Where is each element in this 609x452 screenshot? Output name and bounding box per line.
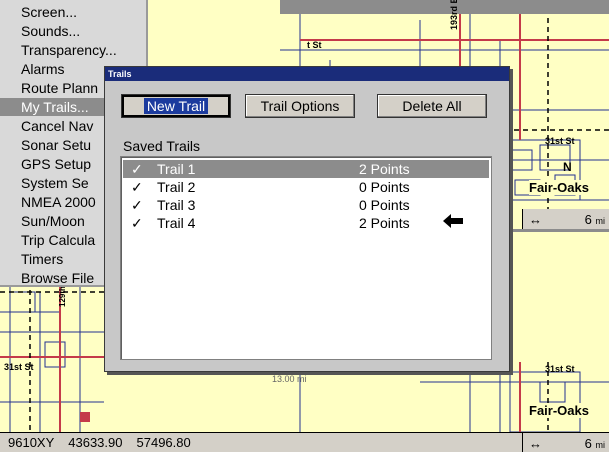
menu-item-gps-setup[interactable]: GPS Setup	[21, 155, 91, 173]
trails-dialog: Trails New Trail Trail Options Delete Al…	[104, 66, 510, 372]
status-bar: 9610XY 43633.90 57496.80 ↔ 6 mi	[0, 432, 609, 452]
trail-row[interactable]: ✓ Trail 3 0 Points	[123, 196, 489, 214]
cursor-arrow-icon	[443, 214, 463, 230]
menu-item-transparency[interactable]: Transparency...	[21, 41, 117, 59]
menu-item-system-setup[interactable]: System Se	[21, 174, 89, 192]
trail-options-button-label: Trail Options	[260, 98, 340, 114]
trail-points: 0 Points	[359, 179, 410, 195]
check-icon[interactable]: ✓	[131, 178, 143, 196]
dialog-title: Trails	[105, 67, 509, 81]
scale-arrow-icon: ↔	[529, 435, 542, 451]
menu-item-browse-files[interactable]: Browse File	[21, 269, 94, 287]
delete-all-button[interactable]: Delete All	[377, 94, 487, 118]
menu-item-sonar-setup[interactable]: Sonar Setu	[21, 136, 91, 154]
trail-points: 2 Points	[359, 215, 410, 231]
menu-item-sounds[interactable]: Sounds...	[21, 22, 80, 40]
scale-arrow-icon: ↔	[529, 211, 542, 227]
trail-options-button[interactable]: Trail Options	[245, 94, 355, 118]
trail-row[interactable]: ✓ Trail 2 0 Points	[123, 178, 489, 196]
menu-item-my-trails[interactable]: My Trails...	[0, 98, 110, 116]
trail-name: Trail 3	[157, 197, 196, 213]
delete-all-button-label: Delete All	[402, 98, 462, 114]
scale-unit: mi	[595, 439, 606, 450]
north-marker: N	[563, 160, 572, 174]
arrow-left-icon	[443, 214, 463, 228]
menu-item-route-planner[interactable]: Route Plann	[21, 79, 98, 97]
menu-item-trip-calculator[interactable]: Trip Calcula	[21, 231, 95, 249]
trail-name: Trail 4	[157, 215, 196, 231]
trail-points: 0 Points	[359, 197, 410, 213]
waypoint-name: 9610XY	[8, 435, 55, 450]
distance-label: 13.00 mi	[272, 374, 307, 384]
street-label: t St	[307, 40, 322, 50]
coord-y: 57496.80	[136, 435, 191, 450]
street-label: 31st St	[4, 362, 34, 372]
city-label: Fair-Oaks	[529, 403, 589, 418]
trail-points: 2 Points	[359, 161, 410, 177]
menu-item-nmea-2000[interactable]: NMEA 2000	[21, 193, 96, 211]
scale-value: 6	[584, 435, 592, 451]
map-scale-top: ↔ 6 mi	[522, 209, 609, 229]
street-label: 31st St	[545, 364, 575, 374]
new-trail-button-label: New Trail	[143, 98, 209, 114]
trail-row[interactable]: ✓ Trail 1 2 Points	[123, 160, 489, 178]
new-trail-button[interactable]: New Trail	[121, 94, 231, 118]
check-icon[interactable]: ✓	[131, 160, 143, 178]
check-icon[interactable]: ✓	[131, 196, 143, 214]
map-scale-bottom: ↔ 6 mi	[522, 433, 609, 452]
street-label: 193rd E	[449, 0, 459, 30]
menu-item-cancel-nav[interactable]: Cancel Nav	[21, 117, 93, 135]
check-icon[interactable]: ✓	[131, 214, 143, 232]
trail-name: Trail 1	[157, 161, 196, 177]
menu-item-sun-moon[interactable]: Sun/Moon	[21, 212, 85, 230]
trail-name: Trail 2	[157, 179, 196, 195]
coord-x: 43633.90	[68, 435, 123, 450]
saved-trails-heading: Saved Trails	[123, 138, 201, 154]
scale-unit: mi	[595, 215, 606, 226]
menu-item-screen[interactable]: Screen...	[21, 3, 77, 21]
trail-row[interactable]: ✓ Trail 4 2 Points	[123, 214, 489, 232]
saved-trails-list[interactable]: ✓ Trail 1 2 Points ✓ Trail 2 0 Points ✓ …	[120, 156, 492, 360]
city-label: Fair-Oaks	[529, 180, 589, 195]
menu-item-alarms[interactable]: Alarms	[21, 60, 65, 78]
menu-item-timers[interactable]: Timers	[21, 250, 63, 268]
street-label: 31st St	[545, 136, 575, 146]
scale-value: 6	[584, 211, 592, 227]
